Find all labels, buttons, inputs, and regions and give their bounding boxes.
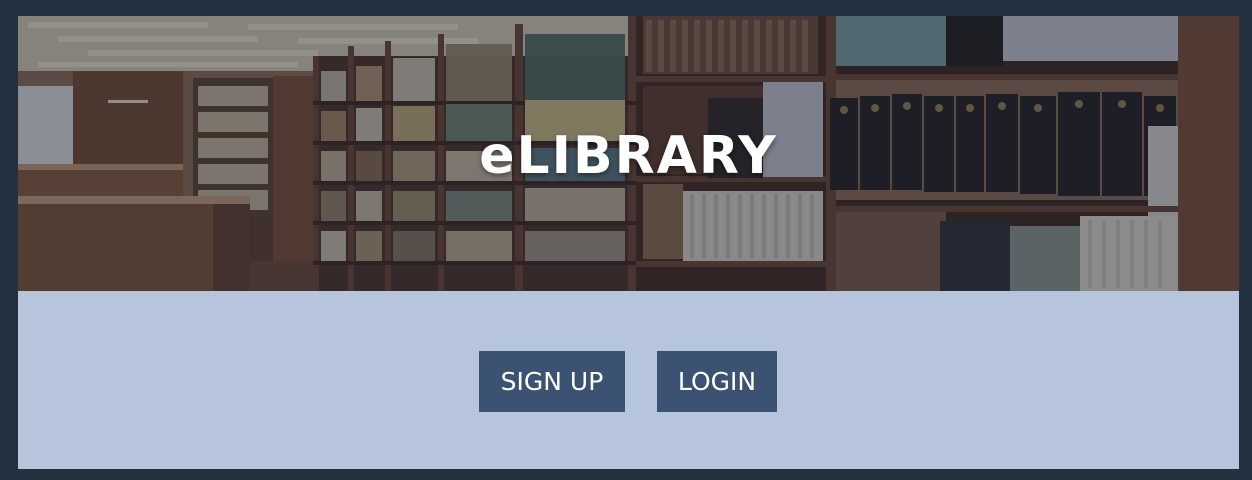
hero-title: eLIBRARY — [479, 126, 778, 186]
main-panel: eLIBRARY SIGN UP LOGIN — [18, 16, 1239, 469]
login-button[interactable]: LOGIN — [657, 351, 777, 412]
auth-actions: SIGN UP LOGIN — [18, 351, 1239, 412]
hero-banner: eLIBRARY — [18, 16, 1239, 291]
page-frame: eLIBRARY SIGN UP LOGIN — [0, 0, 1252, 480]
signup-button[interactable]: SIGN UP — [479, 351, 625, 412]
